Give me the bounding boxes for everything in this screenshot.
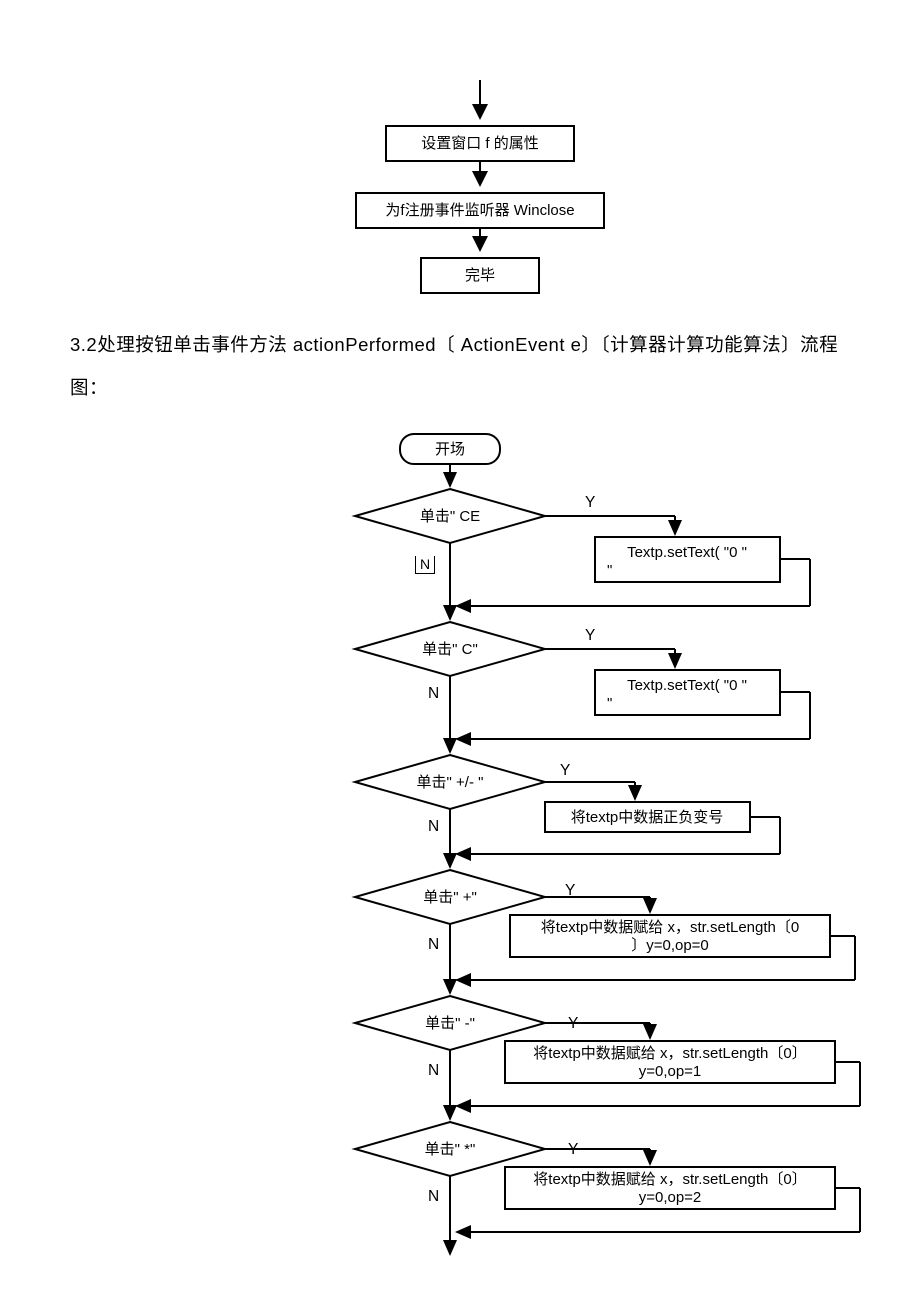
svg-text:单击" CE: 单击" CE (420, 508, 480, 525)
svg-text:单击" C": 单击" C" (422, 641, 478, 658)
flow-step-end: 完毕 (420, 257, 540, 294)
top-flowchart: 设置窗口 f 的属性 为f注册事件监听器 Winclose 完毕 (110, 80, 850, 294)
svg-text:单击" -": 单击" -" (425, 1015, 475, 1032)
svg-text:N: N (428, 818, 439, 835)
svg-text:Y: Y (585, 494, 595, 511)
action-c: Textp.setText( "0 " " (595, 670, 780, 715)
svg-text:N: N (428, 685, 439, 702)
svg-text:Textp.setText( "0 ": Textp.setText( "0 " (627, 677, 747, 694)
main-flowchart: 开场 单击" CE Y Textp.setText( "0 " " N 单击" … (70, 434, 850, 1264)
svg-text:N: N (428, 1188, 439, 1205)
decision-c: 单击" C" (355, 622, 545, 676)
svg-text:开场: 开场 (435, 441, 465, 458)
svg-text:": " (607, 695, 612, 712)
svg-text:Y: Y (585, 627, 595, 644)
decision-pm: 单击" +/- " (355, 755, 545, 809)
action-minus: 将textp中数据赋给 x，str.setLength〔0〕 y=0,op=1 (505, 1041, 835, 1083)
svg-text:y=0,op=1: y=0,op=1 (639, 1063, 702, 1080)
action-pm: 将textp中数据正负变号 (545, 802, 750, 832)
svg-text:单击" *": 单击" *" (425, 1141, 476, 1158)
action-ce: Textp.setText( "0 " " (595, 537, 780, 582)
svg-text:将textp中数据赋给 x，str.setLength〔0〕: 将textp中数据赋给 x，str.setLength〔0〕 (533, 1171, 806, 1188)
svg-text:": " (607, 562, 612, 579)
svg-text:单击" +": 单击" +" (423, 889, 477, 906)
action-plus: 将textp中数据赋给 x，str.setLength〔0 〕y=0,op=0 (510, 915, 830, 957)
svg-text:将textp中数据赋给 x，str.setLength〔0: 将textp中数据赋给 x，str.setLength〔0 (541, 919, 799, 936)
svg-text:Textp.setText( "0 ": Textp.setText( "0 " (627, 544, 747, 561)
label-n-boxed: N (415, 556, 435, 574)
svg-text:将textp中数据正负变号: 将textp中数据正负变号 (571, 809, 724, 826)
flow-step-set-window: 设置窗口 f 的属性 (385, 125, 575, 162)
svg-text:〕y=0,op=0: 〕y=0,op=0 (631, 937, 709, 954)
svg-text:y=0,op=2: y=0,op=2 (639, 1189, 702, 1206)
svg-text:单击" +/- ": 单击" +/- " (417, 774, 484, 791)
flow-step-register-listener: 为f注册事件监听器 Winclose (355, 192, 605, 229)
decision-ce: 单击" CE (355, 489, 545, 543)
action-mult: 将textp中数据赋给 x，str.setLength〔0〕 y=0,op=2 (505, 1167, 835, 1209)
svg-text:将textp中数据赋给 x，str.setLength〔0〕: 将textp中数据赋给 x，str.setLength〔0〕 (533, 1045, 806, 1062)
section-heading: 3.2处理按钮单击事件方法 actionPerformed〔 ActionEve… (70, 324, 850, 409)
svg-text:N: N (428, 936, 439, 953)
svg-text:Y: Y (560, 762, 570, 779)
svg-text:N: N (428, 1062, 439, 1079)
